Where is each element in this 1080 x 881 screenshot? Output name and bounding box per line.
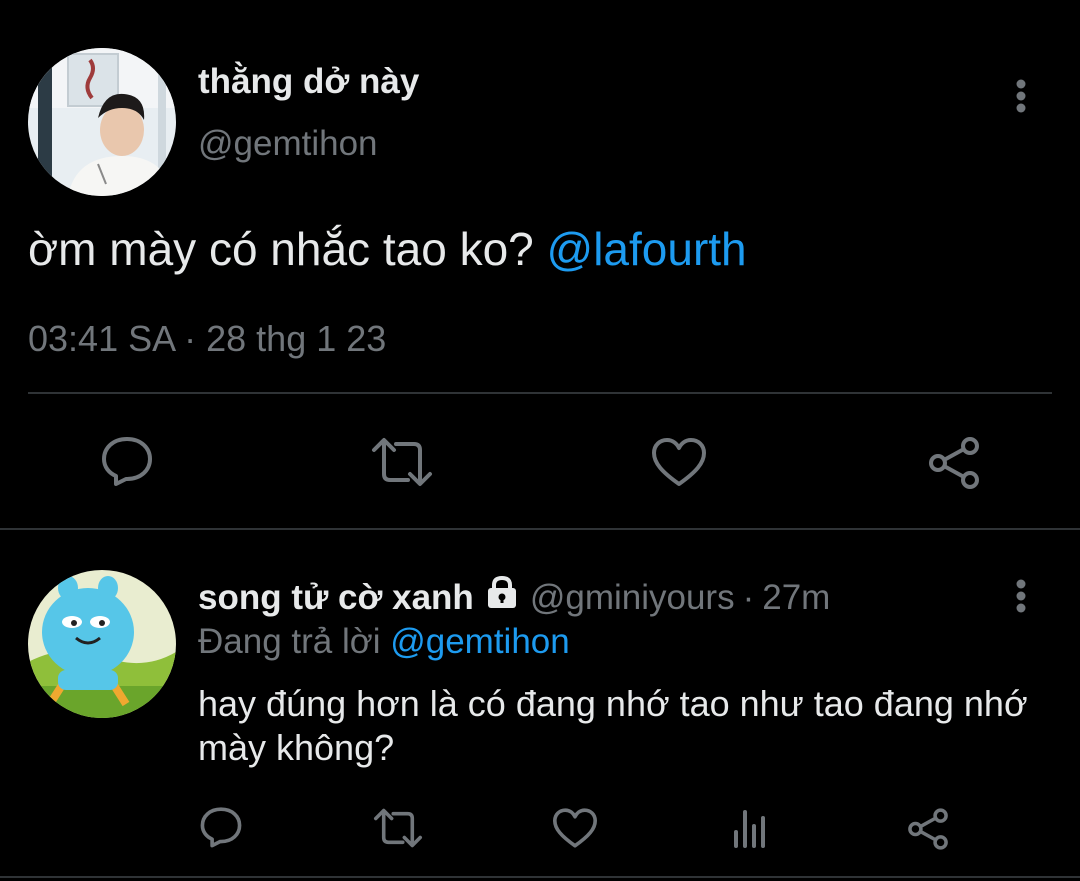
like-icon xyxy=(652,438,706,486)
avatar[interactable] xyxy=(28,570,176,718)
reply-text: hay đúng hơn là có đang nhớ tao như tao … xyxy=(198,683,1028,768)
tweet-body: ờm mày có nhắc tao ko? xyxy=(28,223,534,275)
analytics-button[interactable] xyxy=(728,806,772,850)
reply-header: song tử cờ xanh @gminiyours · 27m xyxy=(198,575,830,619)
tweet-text: ờm mày có nhắc tao ko? @lafourth xyxy=(28,222,747,276)
divider xyxy=(28,392,1052,394)
replying-to: Đang trả lời @gemtihon xyxy=(198,622,570,662)
reply-button[interactable] xyxy=(96,432,158,490)
retweet-icon xyxy=(372,438,432,486)
replying-to-label: Đang trả lời xyxy=(198,622,381,661)
user-handle[interactable]: @gminiyours xyxy=(530,578,735,618)
more-options-icon[interactable] xyxy=(1006,76,1036,116)
reply-icon xyxy=(200,807,242,848)
more-options-icon[interactable] xyxy=(1006,576,1036,616)
display-name[interactable]: thằng dở này xyxy=(198,62,419,102)
separator-dot: · xyxy=(742,577,755,617)
like-icon xyxy=(552,808,598,848)
bottom-divider xyxy=(0,876,1080,878)
share-icon xyxy=(929,437,979,489)
mention-link[interactable]: @lafourth xyxy=(547,223,747,275)
reply-tweet: song tử cờ xanh @gminiyours · 27m Đang t… xyxy=(0,530,1080,881)
share-button[interactable] xyxy=(924,434,984,492)
share-button[interactable] xyxy=(904,806,952,852)
retweet-button[interactable] xyxy=(370,806,426,850)
share-icon xyxy=(908,808,948,850)
cartoon-avatar-icon xyxy=(28,570,176,718)
retweet-icon xyxy=(373,808,423,848)
reply-button[interactable] xyxy=(196,804,246,850)
user-handle[interactable]: @gemtihon xyxy=(198,124,378,164)
tweet-timestamp[interactable]: 03:41 SA · 28 thg 1 23 xyxy=(28,318,386,360)
lock-icon xyxy=(484,575,520,619)
time-ago[interactable]: 27m xyxy=(762,578,830,618)
reply-icon xyxy=(102,437,152,486)
main-tweet: thằng dở này @gemtihon ờm mày có nhắc ta… xyxy=(0,0,1080,528)
avatar[interactable] xyxy=(28,48,176,196)
display-name[interactable]: song tử cờ xanh xyxy=(198,578,474,618)
like-button[interactable] xyxy=(648,434,710,490)
user-photo-icon xyxy=(28,48,176,196)
like-button[interactable] xyxy=(550,806,600,850)
replying-to-handle[interactable]: @gemtihon xyxy=(390,622,570,661)
analytics-icon xyxy=(734,810,765,848)
retweet-button[interactable] xyxy=(366,434,438,490)
